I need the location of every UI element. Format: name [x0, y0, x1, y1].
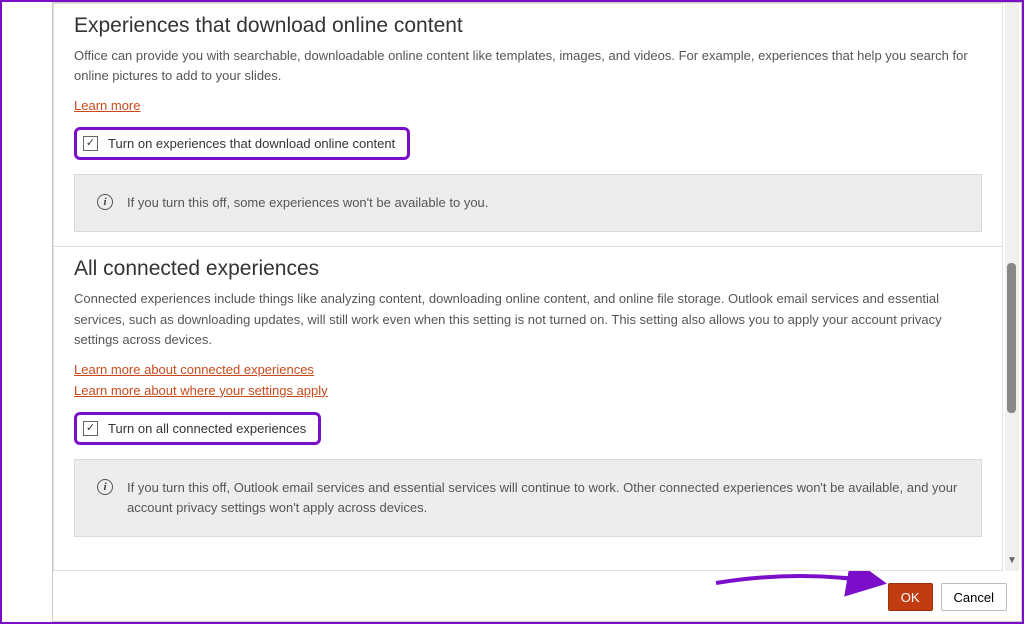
info-text: If you turn this off, some experiences w… [127, 193, 488, 213]
checkbox-label: Turn on experiences that download online… [108, 136, 395, 151]
learn-more-connected-link[interactable]: Learn more about connected experiences [74, 362, 314, 377]
info-icon: i [97, 479, 113, 495]
learn-more-link[interactable]: Learn more [74, 98, 140, 113]
info-box: i If you turn this off, some experiences… [74, 174, 982, 232]
section-heading: All connected experiences [74, 257, 982, 281]
cancel-button[interactable]: Cancel [941, 583, 1007, 611]
arrow-annotation [711, 571, 891, 601]
all-connected-checkbox[interactable]: ✓ [83, 421, 98, 436]
all-connected-section: All connected experiences Connected expe… [54, 246, 1002, 551]
ok-button[interactable]: OK [888, 583, 933, 611]
download-content-checkbox[interactable]: ✓ [83, 136, 98, 151]
info-icon: i [97, 194, 113, 210]
scrollbar-thumb[interactable] [1007, 263, 1016, 413]
checkmark-icon: ✓ [86, 423, 95, 434]
section-description: Office can provide you with searchable, … [74, 46, 982, 86]
section-heading: Experiences that download online content [74, 14, 982, 38]
info-box: i If you turn this off, Outlook email se… [74, 459, 982, 537]
scroll-down-icon[interactable]: ▼ [1005, 555, 1019, 569]
privacy-settings-panel: Experiences that download online content… [53, 3, 1003, 571]
checkbox-label: Turn on all connected experiences [108, 421, 306, 436]
info-text: If you turn this off, Outlook email serv… [127, 478, 959, 518]
learn-more-settings-link[interactable]: Learn more about where your settings app… [74, 383, 328, 398]
scrollbar[interactable]: ▼ [1005, 3, 1019, 571]
dialog-buttons: OK Cancel [888, 583, 1007, 611]
download-content-section: Experiences that download online content… [54, 4, 1002, 246]
checkmark-icon: ✓ [86, 138, 95, 149]
section-description: Connected experiences include things lik… [74, 289, 982, 349]
checkbox-highlight: ✓ Turn on experiences that download onli… [74, 127, 410, 160]
checkbox-highlight: ✓ Turn on all connected experiences [74, 412, 321, 445]
